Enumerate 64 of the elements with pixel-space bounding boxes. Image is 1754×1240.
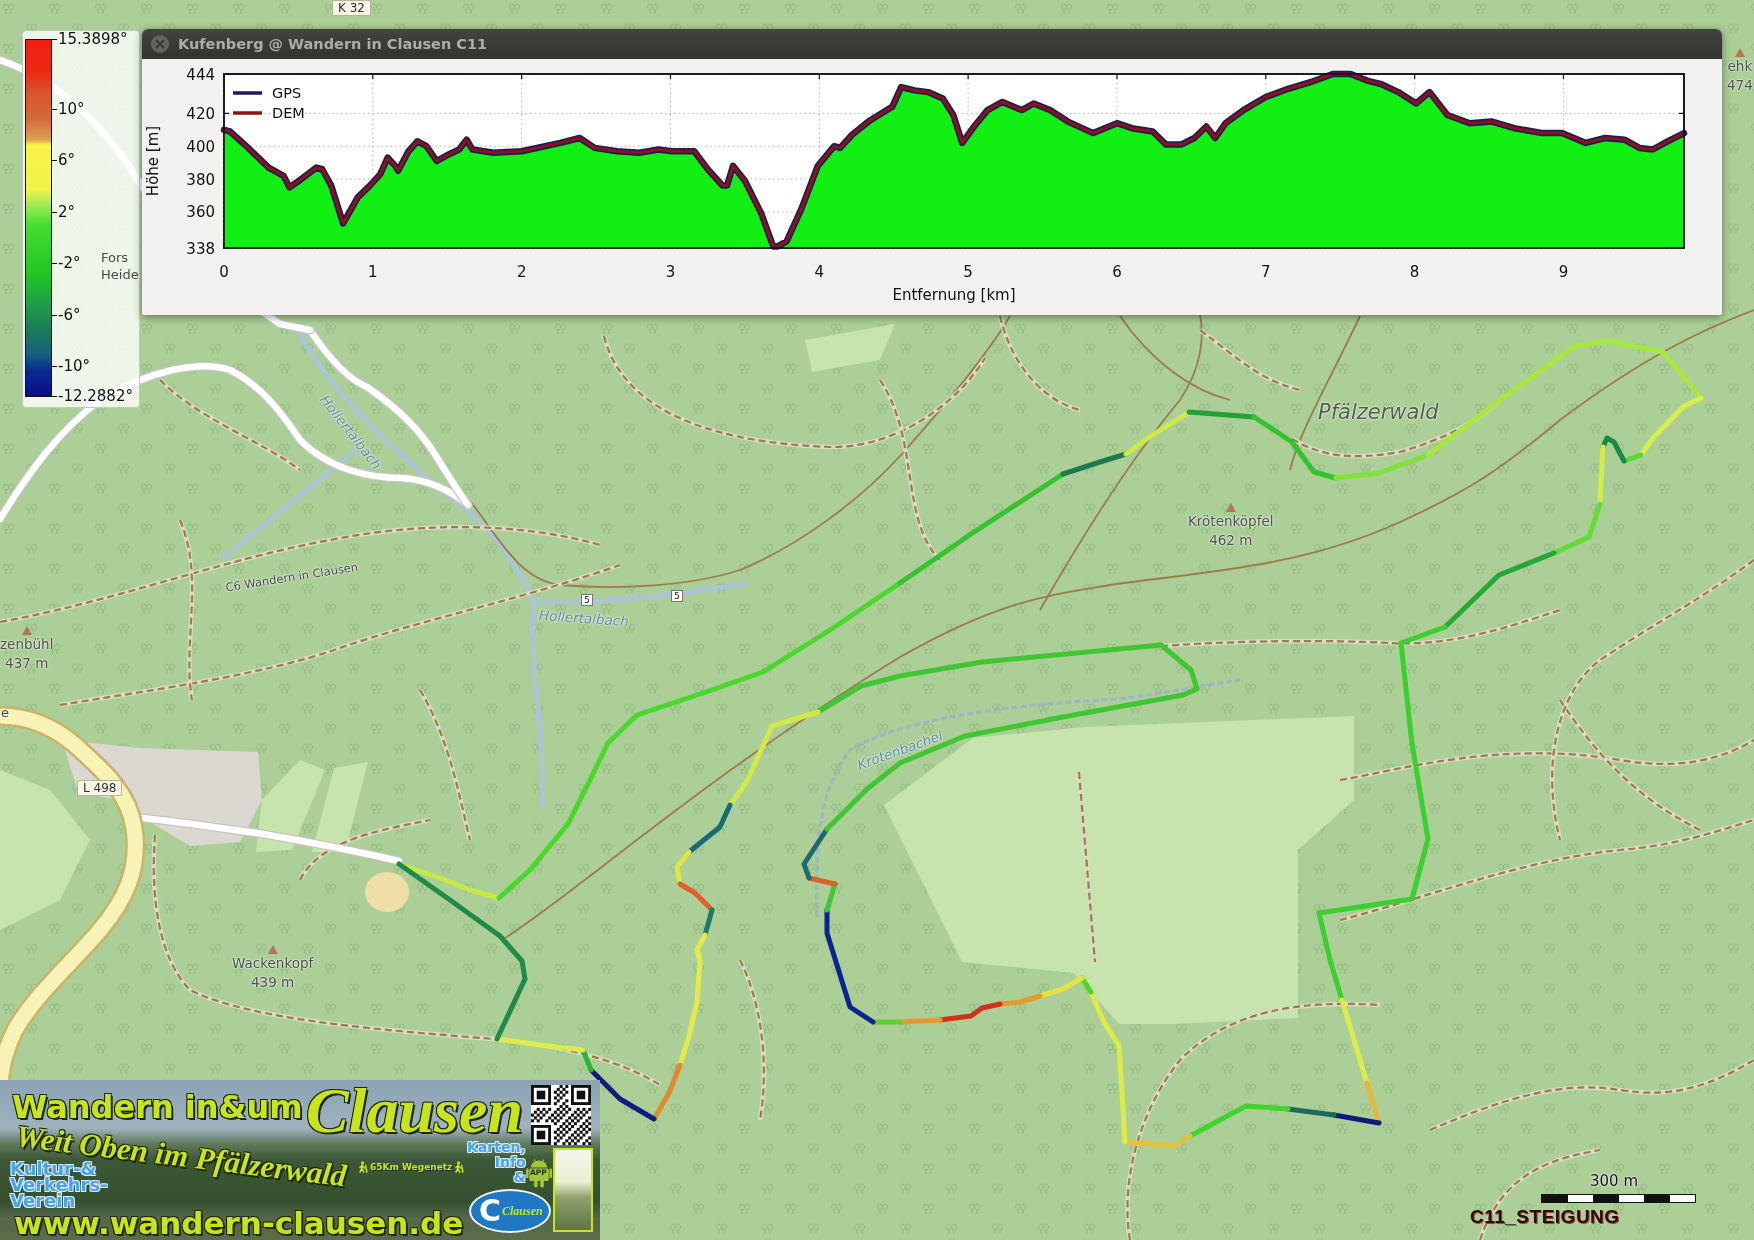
colorbar-label: -12.2882° — [58, 387, 133, 405]
axis-tick-label: 5 — [963, 263, 973, 281]
logo-text: Clausen — [502, 1203, 543, 1219]
peak-label: ehk 474 — [1727, 57, 1753, 95]
peak-icon — [267, 945, 278, 954]
axis-tick-label: 360 — [186, 203, 215, 222]
banner-script-title: Clausen — [306, 1084, 523, 1138]
colorbar-label: -10° — [58, 357, 90, 376]
axis-tick-label: 444 — [186, 65, 215, 84]
window-title: Kufenberg @ Wandern in Clausen C11 — [178, 36, 488, 52]
stream-label: Hollertalbach — [538, 606, 630, 630]
legend-swatch-icon — [233, 91, 262, 95]
close-button[interactable] — [151, 35, 169, 53]
axis-tick-label: 3 — [665, 263, 676, 281]
axis-tick-label: 338 — [186, 239, 215, 258]
colorbar-label: 6° — [58, 151, 76, 170]
colorbar-label: -6° — [58, 305, 81, 324]
robot-icon — [526, 1156, 552, 1188]
legend-swatch-icon — [233, 111, 262, 115]
axis-tick-label: 420 — [186, 104, 215, 123]
axis-title: Höhe [m] — [144, 125, 162, 197]
legend-label: DEM — [272, 105, 305, 121]
app-info-text: Karten, Info & — [467, 1140, 526, 1185]
qr-code-icon — [531, 1085, 591, 1145]
scale-label: 300 m — [1590, 1172, 1638, 1190]
peak-icon — [1225, 503, 1236, 512]
place-label: Fors Heide — [101, 249, 139, 283]
hiker-icon — [357, 1161, 369, 1173]
peak-icon — [1734, 48, 1745, 57]
hiker-icon — [453, 1161, 466, 1173]
place-label: e — [1, 704, 9, 721]
peak-label: Krötenköpfel 462 m — [1188, 512, 1274, 550]
network-length-text: 65Km Wegenetz — [370, 1162, 453, 1172]
axis-tick-label: 8 — [1409, 263, 1420, 281]
axis-tick-label: 4 — [814, 263, 825, 281]
route-marker: 5 — [581, 594, 593, 606]
axis-title: Entfernung [km] — [892, 286, 1016, 304]
colorbar-label: -2° — [58, 254, 81, 273]
axis-tick-label: 380 — [186, 170, 215, 189]
legend-label: GPS — [272, 85, 302, 101]
peak-label: zenbühl 437 m — [0, 635, 54, 673]
axis-tick-label: 6 — [1112, 263, 1122, 281]
trail-label: C6 Wandern in Clausen — [224, 560, 360, 596]
road-label: K 32 — [332, 0, 371, 16]
axis-tick-label: 9 — [1558, 263, 1569, 281]
association-name: Kultur-& Verkehrs- Verein — [10, 1161, 108, 1209]
colorbar-label: 15.3898° — [58, 30, 128, 48]
axis-tick-label: 1 — [368, 263, 378, 281]
website-address: www.wandern-clausen.de — [14, 1210, 464, 1236]
route-marker: 5 — [671, 590, 683, 602]
axis-tick-label: 2 — [516, 263, 527, 281]
colorbar-label: 2° — [58, 202, 76, 221]
layer-name: C11_STEIGUNG — [1470, 1206, 1620, 1228]
close-icon — [155, 39, 165, 49]
axis-tick-label: 400 — [186, 137, 215, 156]
axis-tick-label: 0 — [219, 263, 229, 281]
colorbar-label: 10° — [58, 99, 85, 118]
peak-label: Wackenkopf 439 m — [232, 954, 314, 992]
region-label: Pfälzerwald — [1318, 400, 1439, 426]
road-label: L 498 — [77, 780, 123, 796]
peak-icon — [21, 626, 32, 635]
banner-title: Wandern in&um — [12, 1088, 303, 1126]
axis-tick-label: 7 — [1261, 263, 1271, 281]
logo-letter: C — [479, 1196, 502, 1226]
